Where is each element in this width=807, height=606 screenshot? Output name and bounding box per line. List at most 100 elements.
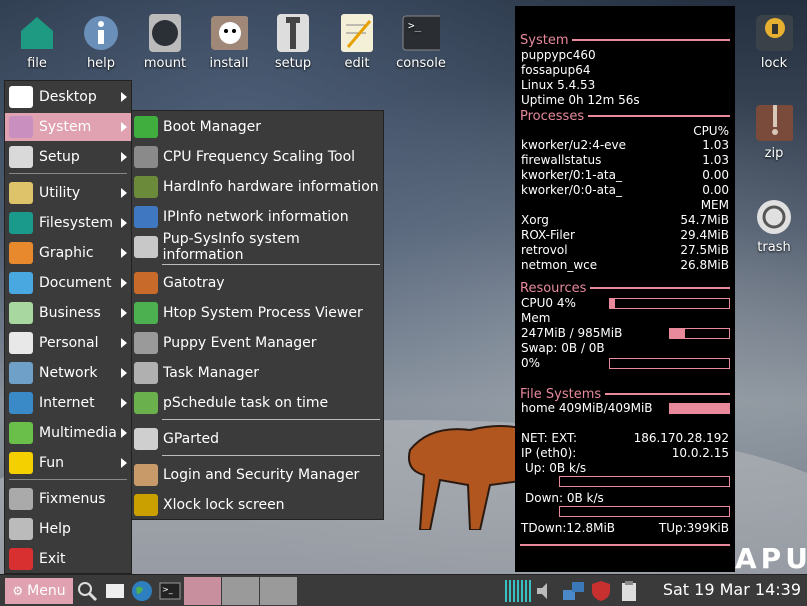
menu-item-exit[interactable]: Exit — [5, 545, 131, 573]
desktop-icon-zip[interactable]: zip — [744, 104, 804, 161]
menu-item-label: Filesystem — [39, 215, 114, 231]
network-icon — [9, 362, 33, 384]
file-house-icon — [18, 14, 56, 52]
menu-item-label: Help — [39, 521, 71, 537]
net-up-graph — [559, 476, 730, 487]
task-icon — [134, 362, 158, 384]
workspace-3[interactable] — [260, 577, 297, 605]
workspace-2[interactable] — [222, 577, 259, 605]
desktop-icon-label: lock — [760, 56, 788, 71]
volume-icon[interactable] — [534, 580, 556, 602]
menu-item-desktop[interactable]: Desktop — [5, 83, 131, 111]
mem-process-row: retrovol 27.5MiB — [521, 243, 729, 257]
browser-globe-icon[interactable] — [131, 580, 153, 602]
utility-icon — [9, 182, 33, 204]
menu-item-system[interactable]: System — [5, 113, 131, 141]
swap-bar — [609, 358, 730, 369]
terminal-launcher-icon[interactable]: >_ — [159, 580, 181, 602]
desktop-icon-edit[interactable]: edit — [327, 14, 387, 71]
clock[interactable]: Sat 19 Mar 14:39 — [663, 580, 801, 599]
conky-system-monitor: System puppypc460 fossapup64 Linux 5.4.5… — [515, 6, 735, 572]
menu-item-filesystem[interactable]: Filesystem — [5, 209, 131, 237]
menu-item-document[interactable]: Document — [5, 269, 131, 297]
business-icon — [9, 302, 33, 324]
submenu-arrow-icon — [121, 218, 127, 228]
graphic-icon — [9, 242, 33, 264]
desktop-icon-label: mount — [143, 56, 187, 71]
fixmenus-icon — [9, 488, 33, 510]
menu-item-help[interactable]: Help — [5, 515, 131, 543]
menu-item-graphic[interactable]: Graphic — [5, 239, 131, 267]
submenu-arrow-icon — [121, 278, 127, 288]
submenu-item-login-and-security-manager[interactable]: Login and Security Manager — [134, 461, 382, 489]
submenu-item-ipinfo-network-information[interactable]: IPInfo network information — [134, 203, 382, 231]
net-totals: TDown:12.8MiB TUp:399KiB — [521, 521, 729, 535]
setup-icon — [9, 146, 33, 168]
submenu-arrow-icon — [121, 92, 127, 102]
desktop-icon-lock[interactable]: lock — [744, 14, 804, 71]
home-bar — [669, 403, 730, 414]
submenu-item-cpu-frequency-scaling-tool[interactable]: CPU Frequency Scaling Tool — [134, 143, 382, 171]
submenu-item-pschedule-task-on-time[interactable]: pSchedule task on time — [134, 389, 382, 417]
submenu-item-gatotray[interactable]: Gatotray — [134, 269, 382, 297]
submenu-item-boot-manager[interactable]: Boot Manager — [134, 113, 382, 141]
menu-item-personal[interactable]: Personal — [5, 329, 131, 357]
search-icon[interactable] — [76, 580, 98, 602]
menu-item-fixmenus[interactable]: Fixmenus — [5, 485, 131, 513]
show-desktop-icon[interactable] — [104, 580, 126, 602]
menu-item-multimedia[interactable]: Multimedia — [5, 419, 131, 447]
menu-item-network[interactable]: Network — [5, 359, 131, 387]
menu-item-utility[interactable]: Utility — [5, 179, 131, 207]
hardinfo-icon — [134, 176, 158, 198]
desktop-icon-setup[interactable]: setup — [263, 14, 323, 71]
net-ext: NET: EXT: 186.170.28.192 — [521, 431, 729, 445]
hostname: puppypc460 — [521, 48, 596, 62]
svg-text:>_: >_ — [408, 19, 422, 32]
desktop-icon-label: file — [27, 56, 47, 71]
gparted-icon — [134, 428, 158, 450]
submenu-item-puppy-event-manager[interactable]: Puppy Event Manager — [134, 329, 382, 357]
menu-item-label: Multimedia — [39, 425, 117, 441]
desktop-icon-mount[interactable]: mount — [135, 14, 195, 71]
menu-button[interactable]: ⚙ Menu — [5, 578, 73, 604]
help-icon — [9, 518, 33, 540]
submenu-item-xlock-lock-screen[interactable]: Xlock lock screen — [134, 491, 382, 519]
submenu-item-label: HardInfo hardware information — [163, 179, 379, 195]
firewall-shield-icon[interactable] — [590, 580, 612, 602]
submenu-item-label: IPInfo network information — [163, 209, 349, 225]
xlock-icon — [134, 494, 158, 516]
menu-item-internet[interactable]: Internet — [5, 389, 131, 417]
kernel: Linux 5.4.53 — [521, 78, 596, 92]
network-connection-icon[interactable] — [562, 580, 584, 602]
clipboard-icon[interactable] — [618, 580, 640, 602]
desktop-icon-label: help — [86, 56, 116, 71]
pupsysinfo-icon — [134, 236, 158, 258]
submenu-item-hardinfo-hardware-information[interactable]: HardInfo hardware information — [134, 173, 382, 201]
menu-item-label: Business — [39, 305, 101, 321]
uptime: Uptime 0h 12m 56s — [521, 93, 640, 107]
menu-item-setup[interactable]: Setup — [5, 143, 131, 171]
notepad-edit-icon — [338, 14, 376, 52]
desktop-icon-trash[interactable]: trash — [744, 198, 804, 255]
network-activity-icon[interactable] — [505, 580, 531, 602]
menu-launcher-icon: ⚙ — [12, 584, 24, 598]
desktop-icon-help[interactable]: help — [71, 14, 131, 71]
swap-usage: Swap: 0B / 0B — [521, 341, 605, 355]
desktop-icon-console[interactable]: >_ console — [391, 14, 451, 71]
menu-item-fun[interactable]: Fun — [5, 449, 131, 477]
submenu-item-task-manager[interactable]: Task Manager — [134, 359, 382, 387]
menu-item-business[interactable]: Business — [5, 299, 131, 327]
taskbar: ⚙ Menu >_ Sat 19 Mar 14:39 — [0, 574, 807, 606]
workspace-1[interactable] — [184, 577, 221, 605]
submenu-arrow-icon — [121, 188, 127, 198]
desktop-icon-file[interactable]: file — [7, 14, 67, 71]
menu-item-label: Fixmenus — [39, 491, 106, 507]
desktop-icon-install[interactable]: install — [199, 14, 259, 71]
submenu-item-htop-system-process-viewer[interactable]: Htop System Process Viewer — [134, 299, 382, 327]
conky-filesystems-header: File Systems — [520, 386, 730, 402]
mem-process-row: netmon_wce 26.8MiB — [521, 258, 729, 272]
submenu-item-pup-sysinfo-system-information[interactable]: Pup-SysInfo system information — [134, 231, 382, 263]
personal-icon — [9, 332, 33, 354]
submenu-item-gparted[interactable]: GParted — [134, 425, 382, 453]
menu-item-label: System — [39, 119, 92, 135]
